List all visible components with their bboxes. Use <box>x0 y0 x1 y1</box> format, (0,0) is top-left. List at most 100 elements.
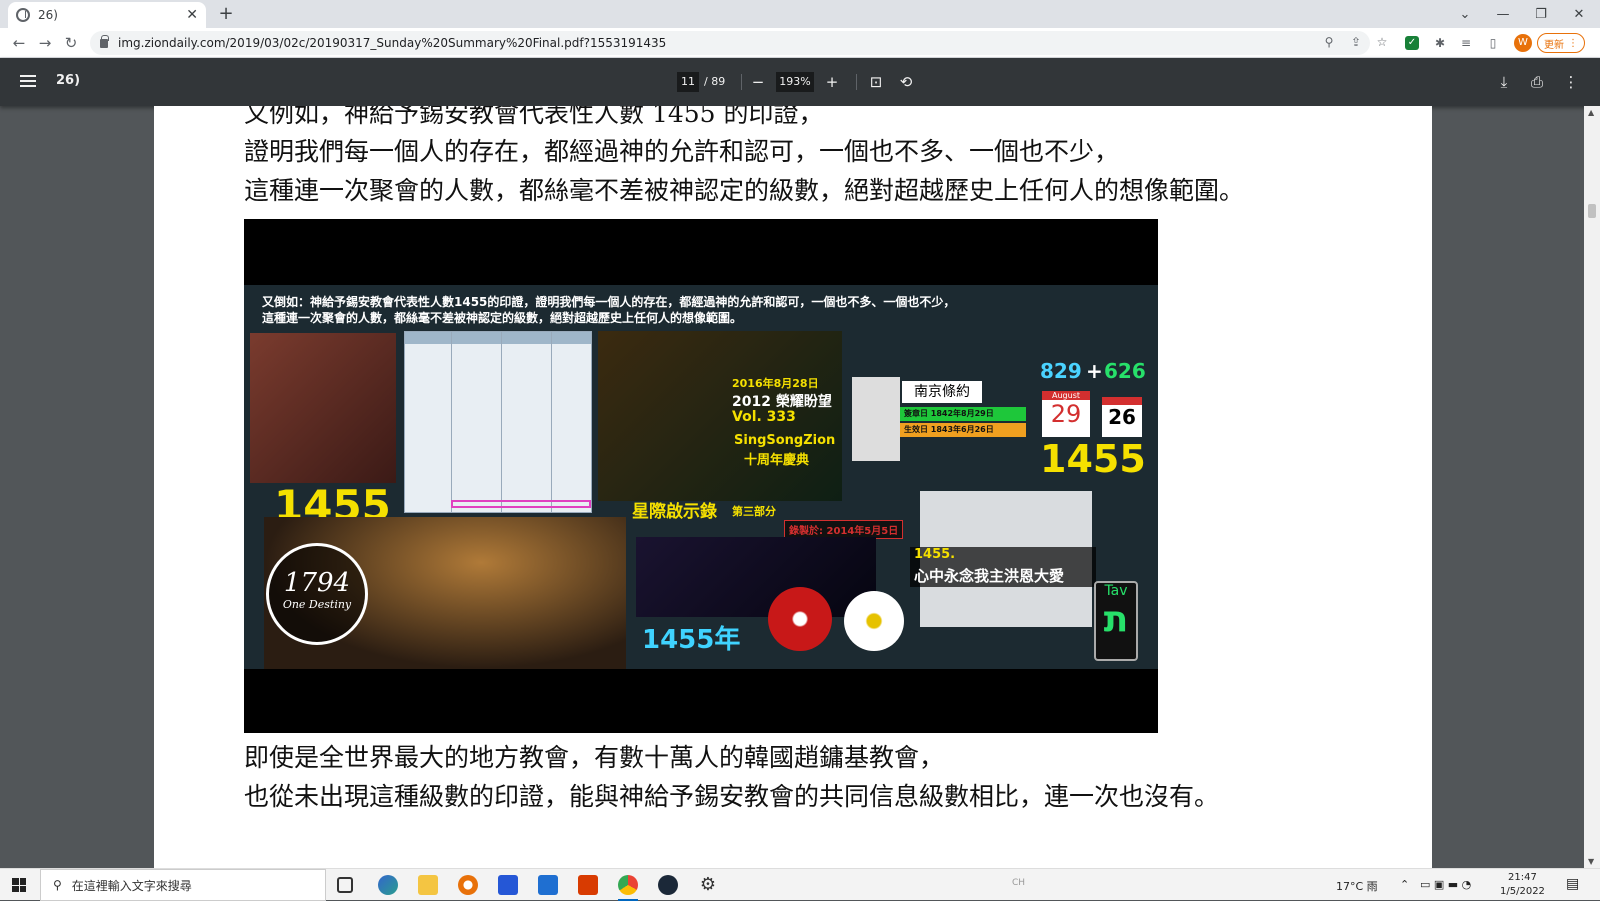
task-view-icon[interactable] <box>337 877 353 893</box>
calendar-day-26: 26 <box>1102 397 1142 437</box>
print-icon[interactable]: ⎙ <box>1527 72 1547 92</box>
download-icon[interactable]: ⤓ <box>1494 72 1514 92</box>
side-panel-icon[interactable]: ▯ <box>1484 34 1502 52</box>
divider <box>856 74 857 90</box>
time: 21:47 <box>1508 872 1537 883</box>
url-text[interactable]: img.ziondaily.com/2019/03/02c/20190317_S… <box>118 36 666 50</box>
browser-app-icon[interactable] <box>458 875 478 895</box>
extensions-puzzle-icon[interactable]: ✱ <box>1431 34 1449 52</box>
zoom-icon[interactable]: ⚲ <box>1321 34 1337 50</box>
back-button[interactable]: ← <box>8 32 30 54</box>
tray-chevron-icon[interactable]: ⌃ <box>1400 878 1409 891</box>
signed-date: 簽章日 1842年8月29日 <box>900 407 1026 421</box>
date: 1/5/2022 <box>1500 886 1545 897</box>
lock-icon[interactable] <box>100 34 109 48</box>
white-rose-icon <box>844 591 904 651</box>
table-photo <box>404 331 592 513</box>
tav-letter-icon: ת <box>1103 599 1129 640</box>
treaty-title: 南京條約 <box>902 381 982 403</box>
reload-button[interactable]: ↻ <box>60 32 82 54</box>
red-rose-icon <box>768 587 832 651</box>
pdf-toolbar: 26) 11 / 89 − 193% + ⊡ ⟲ ⤓ ⎙ ⋮ <box>0 58 1600 106</box>
pdf-title: 26) <box>56 73 81 88</box>
image-caption-2: 這種連一次聚會的人數，都絲毫不差被神認定的級數，絕對超越歷史上任何人的想像範圍。 <box>262 311 743 325</box>
event-date: 2016年8月28日 <box>732 377 819 390</box>
tab-strip: 26) ✕ + ⌄ — ❐ ✕ <box>0 0 1600 28</box>
media-icon[interactable]: ≡ <box>1457 34 1475 52</box>
number-626: 626 <box>1104 359 1146 383</box>
windows-start-icon[interactable] <box>12 878 26 892</box>
tab-active[interactable]: 26) ✕ <box>8 2 206 28</box>
mail-icon[interactable] <box>538 875 558 895</box>
more-icon: ⋮ <box>1568 37 1578 49</box>
text-line: 即使是全世界最大的地方教會，有數十萬人的韓國趙鏞基教會， <box>244 743 945 772</box>
close-window-button[interactable]: ✕ <box>1560 0 1598 28</box>
forward-button[interactable]: → <box>34 32 56 54</box>
scrollbar[interactable]: ▲ ▼ <box>1584 106 1600 868</box>
brochure-photo <box>250 333 396 483</box>
tab-search-icon[interactable]: ⌄ <box>1446 0 1484 28</box>
collage: 又倒如：神給予錫安教會代表性人數1455的印證，證明我們每一個人的存在，都經過神… <box>244 285 1158 669</box>
fit-page-icon[interactable]: ⊡ <box>866 72 886 92</box>
page-number-input[interactable]: 11 <box>677 72 699 92</box>
event-title: 2012 榮耀盼望 <box>732 394 832 410</box>
plus-sign: + <box>1086 359 1103 383</box>
update-button[interactable]: 更新 ⋮ <box>1537 33 1585 53</box>
effective-date: 生效日 1843年6月26日 <box>900 423 1026 437</box>
office-icon[interactable] <box>578 875 598 895</box>
steam-icon[interactable] <box>658 875 678 895</box>
search-placeholder: 在這裡輸入文字來搜尋 <box>71 878 192 893</box>
pdf-page: 又例如，神給予錫安教會代表性人數 1455 的印證， 證明我們每一個人的存在，都… <box>154 106 1432 868</box>
revelation-photo <box>636 537 876 617</box>
address-bar[interactable]: img.ziondaily.com/2019/03/02c/20190317_S… <box>90 31 1370 55</box>
event-volume: Vol. 333 <box>732 409 796 425</box>
text-line: 也從未出現這種級數的印證，能與神給予錫安教會的共同信息級數相比，連一次也沒有。 <box>244 782 1220 811</box>
clock[interactable]: 21:47 1/5/2022 <box>1500 871 1545 899</box>
edge-icon[interactable] <box>378 875 398 895</box>
revelation-part: 第三部分 <box>732 505 776 518</box>
check-extension-icon[interactable]: ✓ <box>1405 36 1419 50</box>
new-tab-button[interactable]: + <box>216 4 236 24</box>
page-total: / 89 <box>704 75 726 88</box>
tray-icons[interactable]: ▭ ▣ ▬ ◔ <box>1420 878 1471 891</box>
event-name: SingSongZion <box>734 433 836 448</box>
more-actions-icon[interactable]: ⋮ <box>1561 72 1581 92</box>
profile-avatar[interactable]: W <box>1514 34 1532 52</box>
store-icon[interactable] <box>498 875 518 895</box>
minimize-button[interactable]: — <box>1484 0 1522 28</box>
zoom-out-icon[interactable]: − <box>748 72 768 92</box>
revelation-title: 星際啟示錄 <box>632 502 717 522</box>
zoom-level-input[interactable]: 193% <box>776 72 814 92</box>
tav-label: Tav <box>1104 583 1128 599</box>
rotate-icon[interactable]: ⟲ <box>896 72 916 92</box>
tab-title: 26) <box>38 8 58 22</box>
share-icon[interactable]: ⇪ <box>1348 34 1364 50</box>
ime-indicator[interactable]: CH <box>1012 878 1025 888</box>
close-tab-icon[interactable]: ✕ <box>186 7 198 23</box>
zoom-in-icon[interactable]: + <box>822 72 842 92</box>
scroll-up-icon[interactable]: ▲ <box>1588 108 1594 117</box>
image-caption-1: 又倒如：神給予錫安教會代表性人數1455的印證，證明我們每一個人的存在，都經過神… <box>262 295 956 309</box>
taskbar-search[interactable]: ⚲ 在這裡輸入文字來搜尋 <box>40 869 326 901</box>
bookmark-star-icon[interactable]: ☆ <box>1374 34 1390 50</box>
search-icon: ⚲ <box>53 878 62 892</box>
menu-icon[interactable] <box>20 72 36 92</box>
scroll-thumb[interactable] <box>1588 204 1596 218</box>
notification-icon[interactable]: ▤ <box>1566 876 1579 892</box>
text-line: 又例如，神給予錫安教會代表性人數 1455 的印證， <box>244 106 824 128</box>
file-explorer-icon[interactable] <box>418 875 438 895</box>
hymn-number: 1455. <box>914 547 956 562</box>
restore-button[interactable]: ❐ <box>1522 0 1560 28</box>
update-label: 更新 <box>1544 39 1564 51</box>
chrome-icon[interactable] <box>618 875 638 895</box>
settings-gear-icon[interactable]: ⚙ <box>698 875 718 895</box>
weather-text[interactable]: 17°C 雨 <box>1336 878 1378 894</box>
hymn-title: 心中永念我主洪恩大愛 <box>914 567 1065 585</box>
scroll-down-icon[interactable]: ▼ <box>1588 857 1594 866</box>
concert-photo <box>598 331 842 501</box>
year-1455: 1455年 <box>642 625 741 655</box>
number-1455-right: 1455 <box>1040 437 1146 481</box>
destiny-badge: 1794 One Destiny <box>266 543 368 645</box>
destiny-number: 1794 <box>283 568 351 598</box>
divider <box>741 74 742 90</box>
